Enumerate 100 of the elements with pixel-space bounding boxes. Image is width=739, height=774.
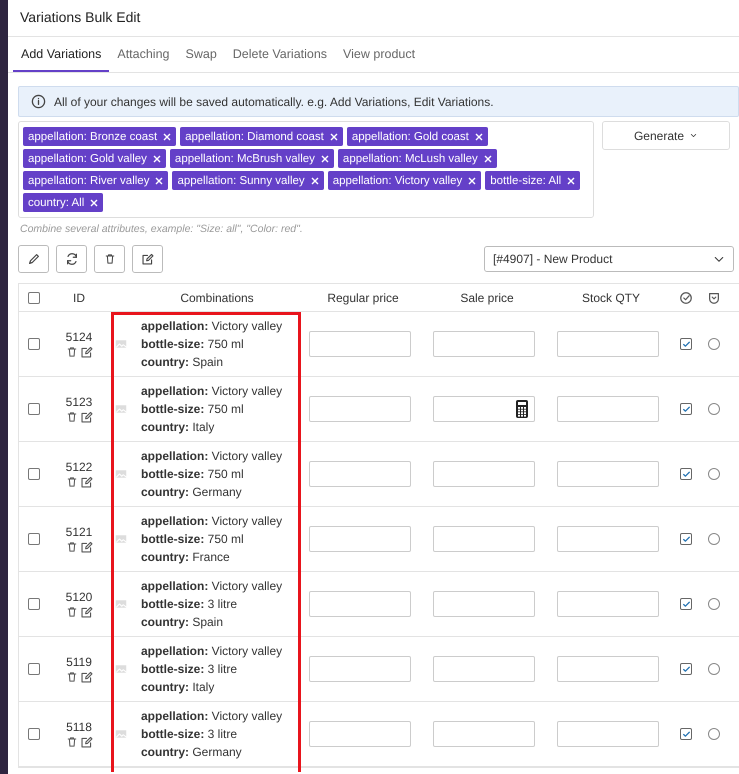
row-checkbox[interactable] — [28, 663, 40, 675]
stock-field[interactable] — [557, 656, 659, 682]
sale-price-field[interactable] — [433, 721, 535, 747]
variation-id: 5119 — [66, 654, 92, 668]
remove-icon[interactable] — [468, 176, 476, 184]
combination-line: country: Spain — [141, 355, 224, 369]
remove-icon[interactable] — [152, 154, 161, 162]
tab[interactable]: Attaching — [109, 37, 178, 72]
sale-price-field[interactable] — [433, 331, 535, 357]
row-checkbox[interactable] — [28, 468, 40, 480]
remove-icon[interactable] — [474, 132, 483, 140]
regular-price-field[interactable] — [309, 721, 411, 747]
sale-price-field[interactable] — [433, 591, 535, 617]
row-checkbox[interactable] — [28, 728, 40, 740]
stock-field[interactable] — [557, 526, 659, 552]
enabled-checkbox[interactable] — [680, 403, 692, 415]
refresh-button[interactable] — [56, 245, 87, 273]
regular-price-field[interactable] — [309, 526, 411, 552]
tag-label: appellation: McBrush valley — [174, 152, 315, 164]
enabled-checkbox[interactable] — [680, 338, 692, 350]
info-icon — [31, 94, 46, 109]
default-radio[interactable] — [708, 468, 720, 480]
combination-line: country: Germany — [141, 485, 243, 499]
enabled-checkbox[interactable] — [680, 598, 692, 610]
sale-price-field[interactable] — [433, 461, 535, 487]
combination-line: bottle-size: 3 litre — [141, 597, 238, 611]
image-icon — [115, 728, 127, 740]
bulk-edit-button[interactable] — [132, 245, 163, 273]
variation-id: 5122 — [66, 460, 92, 474]
tab[interactable]: View product — [335, 37, 424, 72]
remove-icon[interactable] — [155, 176, 164, 184]
combination-line: appellation: Victory valley — [141, 579, 284, 593]
product-select[interactable]: [#4907] - New Product — [484, 246, 734, 272]
remove-icon[interactable] — [484, 154, 492, 162]
regular-price-field[interactable] — [309, 656, 411, 682]
select-all-checkbox[interactable] — [28, 292, 40, 304]
edit-icon — [80, 540, 92, 554]
tab[interactable]: Delete Variations — [224, 37, 336, 72]
stock-field[interactable] — [557, 461, 659, 487]
variation-id: 5123 — [66, 394, 92, 408]
trash-icon — [66, 410, 78, 422]
enabled-checkbox[interactable] — [680, 468, 692, 480]
row-checkbox[interactable] — [28, 533, 40, 545]
remove-icon[interactable] — [567, 176, 576, 184]
default-radio[interactable] — [708, 663, 720, 675]
enabled-checkbox[interactable] — [680, 533, 692, 545]
generate-button[interactable]: Generate — [602, 121, 730, 150]
check-circle-icon — [679, 290, 693, 304]
sale-price-field[interactable] — [433, 396, 535, 422]
edit-icon — [80, 606, 92, 618]
remove-icon[interactable] — [330, 132, 338, 140]
combination-line: bottle-size: 3 litre — [141, 727, 238, 741]
tab[interactable]: Add Variations — [13, 37, 110, 72]
regular-price-field[interactable] — [309, 331, 411, 357]
check-icon — [682, 730, 690, 738]
edit-button[interactable] — [18, 245, 49, 273]
tag-label: appellation: Gold valley — [28, 152, 147, 164]
default-radio[interactable] — [708, 403, 720, 415]
sale-price-field[interactable] — [433, 526, 535, 552]
enabled-checkbox[interactable] — [680, 728, 692, 740]
row-checkbox[interactable] — [28, 598, 40, 610]
combination-line: bottle-size: 750 ml — [141, 467, 245, 481]
remove-icon[interactable] — [90, 198, 98, 206]
stock-field[interactable] — [557, 331, 659, 357]
tab[interactable]: Swap — [178, 37, 225, 72]
select-value: [#4907] - New Product — [493, 252, 612, 266]
combination-line: appellation: Victory valley — [141, 514, 284, 528]
remove-icon[interactable] — [163, 132, 172, 140]
tag-label: bottle-size: All — [490, 174, 562, 186]
default-radio[interactable] — [708, 533, 720, 545]
image-icon — [115, 533, 127, 545]
stock-field[interactable] — [557, 591, 659, 617]
attribute-field[interactable] — [18, 121, 594, 218]
default-radio[interactable] — [708, 598, 720, 610]
calculator-icon[interactable] — [516, 400, 528, 418]
enabled-checkbox[interactable] — [680, 663, 692, 675]
row-checkbox[interactable] — [28, 403, 40, 415]
trash-icon — [66, 670, 78, 682]
trash-icon — [66, 540, 78, 552]
regular-price-field[interactable] — [309, 591, 411, 617]
sale-price-field[interactable] — [433, 656, 535, 682]
column-header: Combinations — [180, 290, 254, 304]
window-title: Variations Bulk Edit — [8, 0, 739, 37]
combination-line: bottle-size: 750 ml — [141, 337, 245, 351]
default-radio[interactable] — [708, 338, 720, 350]
tag-label: country: All — [28, 196, 84, 208]
stock-field[interactable] — [557, 721, 659, 747]
stock-field[interactable] — [557, 396, 659, 422]
column-header: Regular price — [327, 290, 399, 304]
regular-price-field[interactable] — [309, 461, 411, 487]
default-radio[interactable] — [708, 728, 720, 740]
combination-line: country: Spain — [141, 615, 224, 629]
tag-label: appellation: Gold coast — [352, 130, 469, 142]
row-checkbox[interactable] — [28, 338, 40, 350]
regular-price-field[interactable] — [309, 396, 411, 422]
delete-button[interactable] — [94, 245, 125, 273]
image-icon — [115, 663, 127, 675]
remove-icon[interactable] — [310, 176, 319, 184]
edit-icon — [80, 476, 92, 488]
remove-icon[interactable] — [320, 154, 329, 162]
